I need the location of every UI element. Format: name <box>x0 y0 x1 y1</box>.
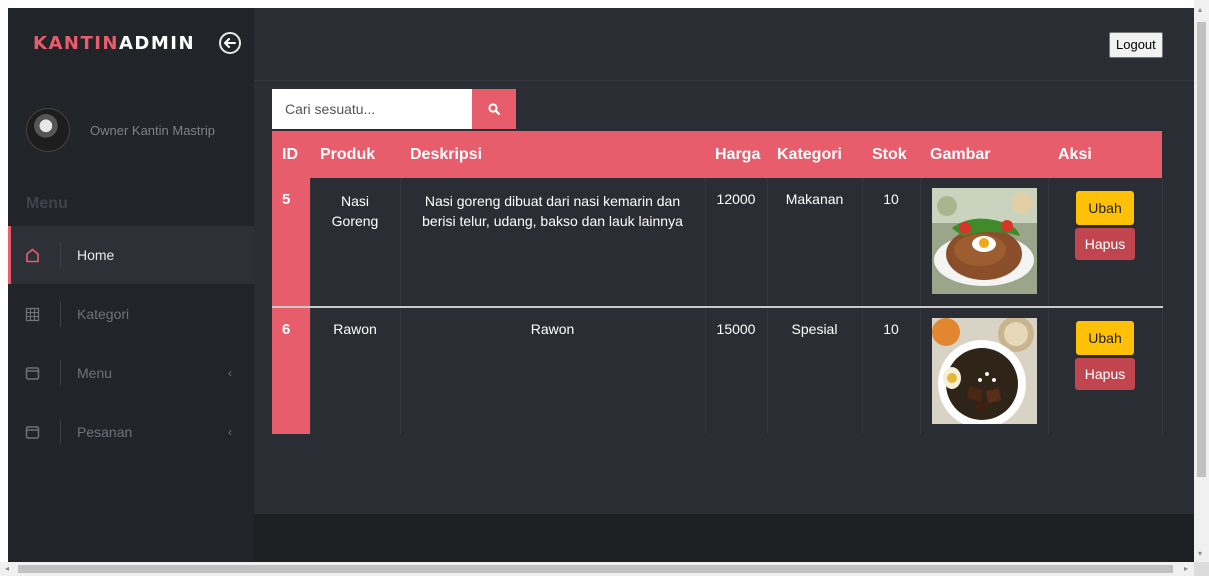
user-profile[interactable]: Owner Kantin Mastrip <box>26 108 215 152</box>
sidebar-divider <box>60 360 61 386</box>
profile-name: Owner Kantin Mastrip <box>90 122 215 138</box>
table-row: 5 Nasi Goreng Nasi goreng dibuat dari na… <box>272 178 1163 308</box>
sidebar-divider <box>60 242 61 268</box>
sidebar-item-home[interactable]: Home <box>8 226 254 284</box>
cell-deskripsi: Nasi goreng dibuat dari nasi kemarin dan… <box>399 178 706 308</box>
column-header-gambar: Gambar <box>920 131 1048 178</box>
brand-part-admin: ADMIN <box>118 33 196 54</box>
cell-kategori: Spesial <box>766 307 863 434</box>
brand-area: KANTINADMIN <box>8 8 254 80</box>
sidebar-item-label: Pesanan <box>77 424 133 440</box>
footer <box>254 514 1194 562</box>
home-icon <box>26 247 39 262</box>
column-header-stok: Stok <box>862 131 920 178</box>
cell-harga: 12000 <box>704 178 768 308</box>
scroll-left-arrow-icon[interactable]: ◂ <box>5 565 9 573</box>
sidebar-item-kategori[interactable]: Kategori <box>8 285 254 343</box>
chevron-left-icon: ‹ <box>228 425 232 439</box>
sidebar-item-label: Home <box>77 247 115 263</box>
edit-button[interactable]: Ubah <box>1076 191 1134 225</box>
cell-id: 5 <box>272 178 310 308</box>
cell-kategori: Makanan <box>766 178 863 308</box>
product-description: Nasi goreng dibuat dari nasi kemarin dan… <box>422 193 683 229</box>
edit-button[interactable]: Ubah <box>1076 321 1134 355</box>
cell-gambar <box>919 307 1049 434</box>
table-header-row: ID Produk Deskripsi Harga Kategori Stok … <box>272 131 1162 178</box>
product-name: Nasi Goreng <box>331 193 379 229</box>
window-icon <box>25 425 40 439</box>
nasi-goreng-image <box>931 188 1037 294</box>
avatar <box>26 108 70 152</box>
sidebar-toggle-button[interactable] <box>219 32 241 54</box>
product-description: Rawon <box>530 321 575 337</box>
scroll-right-arrow-icon[interactable]: ▸ <box>1184 565 1188 573</box>
delete-button[interactable]: Hapus <box>1074 228 1136 260</box>
scroll-down-arrow-icon[interactable]: ▾ <box>1198 550 1202 558</box>
rawon-image <box>931 318 1037 424</box>
cell-harga: 15000 <box>704 307 768 434</box>
column-header-aksi: Aksi <box>1048 131 1162 178</box>
window-icon <box>25 366 40 380</box>
delete-button[interactable]: Hapus <box>1074 358 1136 390</box>
cell-gambar <box>919 178 1049 308</box>
vertical-scroll-thumb[interactable] <box>1197 22 1206 477</box>
product-table: ID Produk Deskripsi Harga Kategori Stok … <box>272 131 1163 434</box>
product-name: Rawon <box>333 321 377 337</box>
search-input[interactable] <box>272 89 472 129</box>
scrollbar-corner <box>1194 562 1209 576</box>
sidebar-item-menu[interactable]: Menu ‹ <box>8 344 254 402</box>
cell-id: 6 <box>272 307 310 434</box>
sidebar-divider <box>60 301 61 327</box>
cell-produk: Nasi Goreng <box>309 178 401 308</box>
grid-icon <box>25 307 40 321</box>
scroll-up-arrow-icon[interactable]: ▴ <box>1198 6 1202 14</box>
arrow-left-icon <box>224 38 236 48</box>
logout-button[interactable]: Logout <box>1109 32 1163 58</box>
sidebar-item-label: Menu <box>77 365 113 381</box>
search-button[interactable] <box>472 89 516 129</box>
brand-part-kantin: KANTIN <box>33 33 119 54</box>
column-header-harga: Harga <box>705 131 767 178</box>
search-icon <box>488 103 500 115</box>
sidebar-divider <box>60 419 61 445</box>
cell-aksi: Ubah Hapus <box>1047 178 1163 308</box>
menu-section-title: Menu <box>26 195 68 212</box>
cell-stok: 10 <box>861 178 921 308</box>
column-header-kategori: Kategori <box>767 131 862 178</box>
top-bar: KANTINADMIN Logout <box>8 8 1194 80</box>
column-header-id: ID <box>272 131 310 178</box>
brand-logo[interactable]: KANTINADMIN <box>33 33 195 54</box>
table-row: 6 Rawon Rawon 15000 Spesial 10 Ubah Hapu… <box>272 307 1163 434</box>
sidebar-item-pesanan[interactable]: Pesanan ‹ <box>8 403 254 461</box>
cell-aksi: Ubah Hapus <box>1047 307 1163 434</box>
chevron-left-icon: ‹ <box>228 366 232 380</box>
cell-stok: 10 <box>861 307 921 434</box>
cell-produk: Rawon <box>309 307 401 434</box>
horizontal-scroll-thumb[interactable] <box>18 565 1173 573</box>
column-header-deskripsi: Deskripsi <box>400 131 705 178</box>
cell-deskripsi: Rawon <box>399 307 706 434</box>
sidebar-item-label: Kategori <box>77 306 130 322</box>
sidebar: Owner Kantin Mastrip Menu Home Kategori … <box>8 80 254 562</box>
column-header-produk: Produk <box>310 131 400 178</box>
